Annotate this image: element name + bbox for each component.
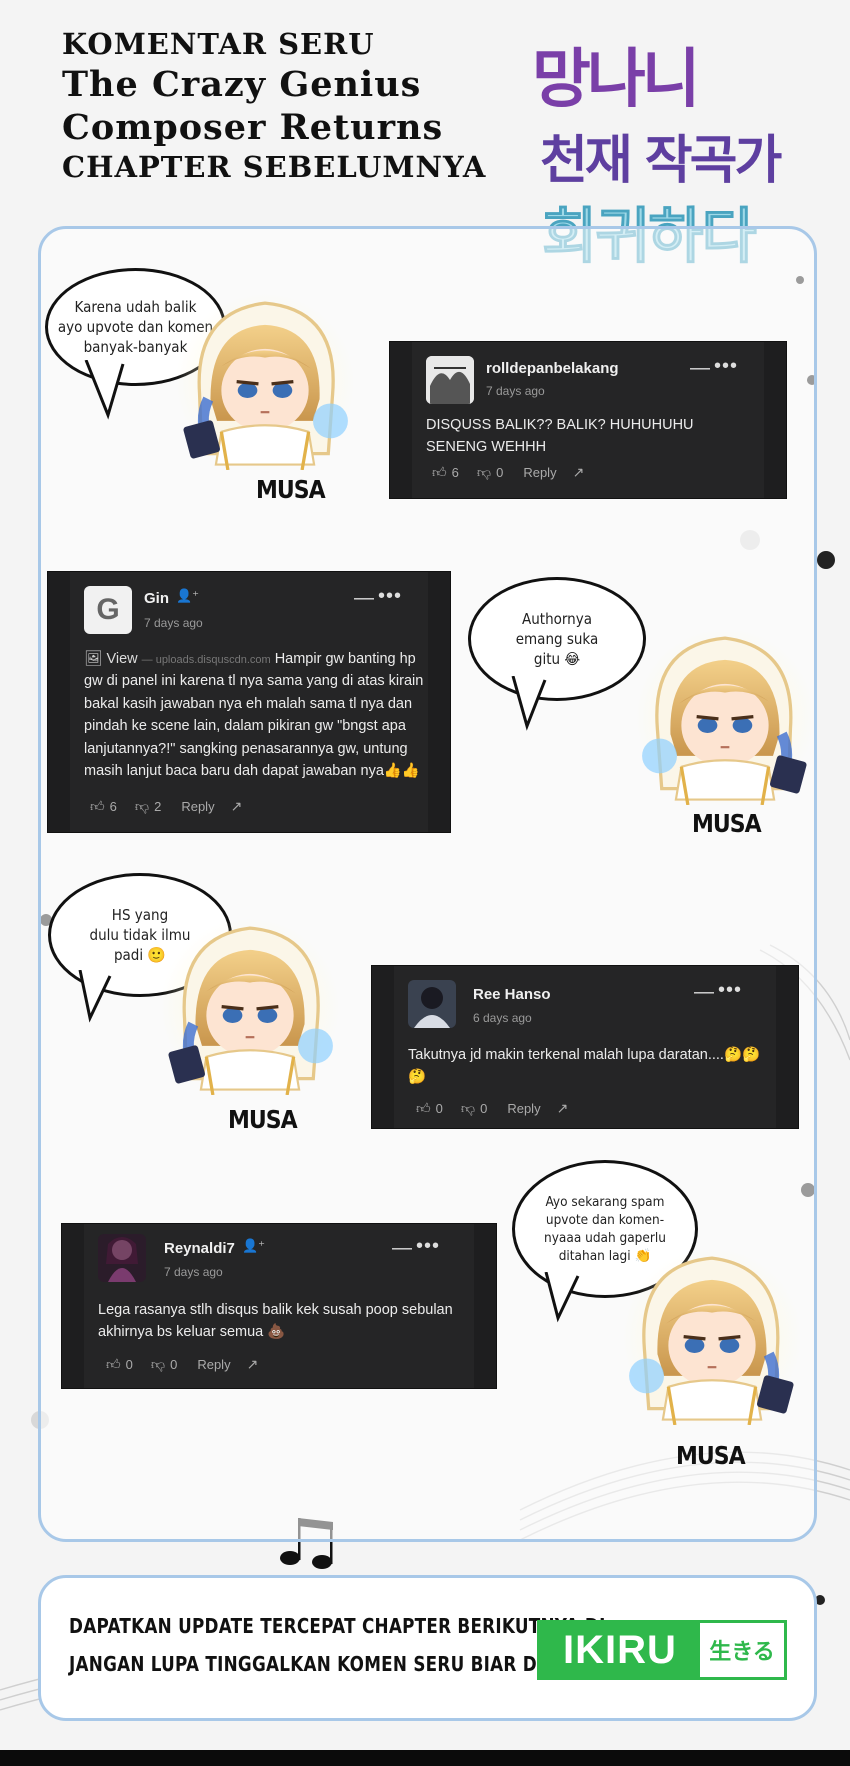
upvote-count: 6 [451,465,459,480]
user-avatar[interactable] [426,356,474,404]
musa-label: MUSA [692,810,762,839]
comment-username[interactable]: Gin [144,590,169,607]
downvote-count: 0 [496,465,504,480]
view-image-icon[interactable]: 🖼︎ [84,651,106,667]
thumbs-down-icon: 👎︎ [150,1356,166,1372]
reply-button[interactable]: Reply [523,465,556,480]
speech-bubble-tail [78,970,112,1023]
upvote-count: 0 [125,1357,133,1372]
comment-date[interactable]: 7 days ago [164,1265,223,1279]
user-avatar[interactable]: G [84,586,132,634]
thumbs-up-icon: 👍︎ [106,1356,121,1372]
musa-character-image [622,1245,802,1425]
banner-line-1: DAPATKAN UPDATE TERCEPAT CHAPTER BERIKUT… [69,1614,606,1638]
minimize-icon[interactable]: — [690,358,711,378]
thumbs-down-icon: 👎︎ [460,1100,476,1116]
upvote-button[interactable]: 👍︎ 0 [106,1356,133,1373]
speech-bubble-tail [544,1272,580,1323]
speech-bubble-text: Authornya emang suka gitu 😂 [515,609,599,669]
comment-body-text: Hampir gw banting hp gw di panel ini kar… [84,651,424,780]
musa-label: MUSA [256,476,326,505]
downvote-button[interactable]: 👎︎ 0 [477,464,503,481]
comment-card-1: rolldepanbelakang 7 days ago — ••• DISQU… [390,342,786,498]
comment-text: 🖼︎ View — uploads.disquscdn.com Hampir g… [84,648,432,783]
musa-character-image [160,915,340,1095]
ikiru-logo-text: IKIRU [540,1623,700,1677]
comment-username[interactable]: rolldepanbelakang [486,360,619,377]
header-line-3: Composer Returns [62,107,444,148]
musa-label: MUSA [228,1106,298,1135]
musa-character-image [635,625,815,805]
user-avatar[interactable] [98,1234,146,1282]
comment-card-4: Reynaldi7 👤⁺ 7 days ago — ••• Lega rasan… [62,1224,496,1388]
thumbs-up-icon: 👍︎ [432,464,447,480]
logo-row-2: 천재 작곡가 [540,130,782,191]
ikiru-logo[interactable]: IKIRU 生きる [537,1620,787,1680]
comment-date[interactable]: 7 days ago [144,616,203,630]
more-options-icon[interactable]: ••• [416,1236,440,1256]
header-line-1: KOMENTAR SERU [62,27,375,61]
promo-banner: DAPATKAN UPDATE TERCEPAT CHAPTER BERIKUT… [38,1575,817,1721]
reply-button[interactable]: Reply [197,1357,230,1372]
speech-bubble-tail [511,676,547,731]
view-image-source: — uploads.disquscdn.com [141,654,271,666]
ikiru-logo-jp: 生きる [709,1640,775,1665]
downvote-count: 0 [480,1101,488,1116]
minimize-icon[interactable]: — [694,982,715,1002]
upvote-button[interactable]: 👍︎ 0 [416,1100,443,1117]
comment-actions: 👍︎ 0 👎︎ 0 Reply ↗ [106,1356,258,1373]
more-options-icon[interactable]: ••• [378,586,402,606]
comment-actions: 👍︎ 0 👎︎ 0 Reply ↗ [416,1100,568,1117]
speech-bubble-tail [84,360,125,420]
reply-button[interactable]: Reply [181,799,214,814]
comment-card-3: Ree Hanso 6 days ago — ••• Takutnya jd m… [372,966,798,1128]
comment-date[interactable]: 6 days ago [473,1011,532,1025]
thumbs-down-icon: 👎︎ [476,464,492,480]
upvote-count: 0 [435,1101,443,1116]
bottom-bar [0,1750,850,1766]
downvote-count: 2 [154,799,162,814]
share-icon[interactable]: ↗ [573,464,585,481]
logo-row-1: 망나니 [532,42,701,117]
thumbs-down-icon: 👎︎ [134,798,150,814]
downvote-button[interactable]: 👎︎ 0 [151,1356,177,1373]
header-line-4: CHAPTER SEBELUMNYA [62,150,487,184]
share-icon[interactable]: ↗ [231,798,243,815]
comment-date[interactable]: 7 days ago [486,384,545,398]
thumbs-up-icon: 👍︎ [416,1100,431,1116]
comment-username[interactable]: Ree Hanso [473,986,551,1003]
page-header: KOMENTAR SERU The Crazy Genius Composer … [62,30,532,190]
upvote-count: 6 [109,799,117,814]
downvote-button[interactable]: 👎︎ 0 [461,1100,487,1117]
comment-text: DISQUSS BALIK?? BALIK? HUHUHUHU SENENG W… [426,417,694,456]
downvote-button[interactable]: 👎︎ 2 [135,798,161,815]
comment-text: Takutnya jd makin terkenal malah lupa da… [408,1047,761,1086]
musa-label: MUSA [676,1442,746,1471]
musa-character-image [175,290,355,470]
minimize-icon[interactable]: — [392,1238,413,1258]
downvote-count: 0 [170,1357,178,1372]
comment-username[interactable]: Reynaldi7 [164,1240,235,1257]
banner-line-2: JANGAN LUPA TINGGALKAN KOMEN SERU BIAR D… [69,1652,609,1676]
upvote-button[interactable]: 👍︎ 6 [432,464,459,481]
share-icon[interactable]: ↗ [247,1356,259,1373]
comment-card-2: G Gin 👤⁺ 7 days ago — ••• 🖼︎ View — uplo… [48,572,450,832]
comment-actions: 👍︎ 6 👎︎ 2 Reply ↗ [90,798,242,815]
view-image-link[interactable]: View [106,651,137,667]
comment-text: Lega rasanya stlh disqus balik kek susah… [98,1302,453,1341]
share-icon[interactable]: ↗ [557,1100,569,1117]
more-options-icon[interactable]: ••• [718,980,742,1000]
header-line-2: The Crazy Genius [62,64,422,105]
upvote-button[interactable]: 👍︎ 6 [90,798,117,815]
follow-user-icon[interactable]: 👤⁺ [176,588,199,604]
comment-actions: 👍︎ 6 👎︎ 0 Reply ↗ [432,464,584,481]
minimize-icon[interactable]: — [354,588,375,608]
reply-button[interactable]: Reply [507,1101,540,1116]
thumbs-up-icon: 👍︎ [90,798,105,814]
follow-user-icon[interactable]: 👤⁺ [242,1238,265,1254]
more-options-icon[interactable]: ••• [714,356,738,376]
user-avatar[interactable] [408,980,456,1028]
